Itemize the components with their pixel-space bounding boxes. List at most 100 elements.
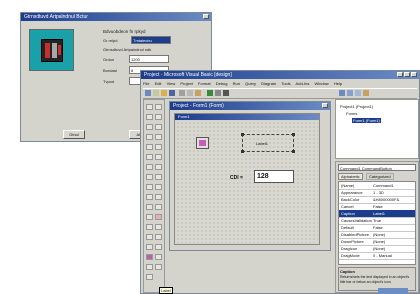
shape-tool-icon[interactable] bbox=[146, 184, 153, 190]
project-explorer: Project1 (Project1) Forms Form1 (Form1) bbox=[335, 99, 419, 159]
label-control[interactable]: Label1 bbox=[241, 133, 295, 153]
copy-icon[interactable] bbox=[187, 90, 193, 96]
label-tool-icon[interactable] bbox=[146, 114, 153, 120]
properties-tab-categorized[interactable]: Categorized bbox=[366, 173, 394, 180]
form-designer-title: Project - Form1 (Form) bbox=[170, 102, 330, 110]
designer-close-button[interactable] bbox=[322, 103, 328, 108]
explorer-item-selected[interactable]: Form1 (Form1) bbox=[352, 118, 381, 123]
picturebox-tool-icon[interactable] bbox=[155, 104, 162, 110]
data-tool-icon[interactable] bbox=[155, 194, 162, 200]
toolbox bbox=[143, 99, 165, 293]
dialog-heading: Bdvuobdeon fn rpkyd bbox=[103, 29, 146, 34]
menu-project[interactable]: Project bbox=[180, 81, 192, 86]
property-row[interactable]: DragMode 0 - Manual bbox=[339, 252, 415, 260]
text-label: CDI = bbox=[230, 175, 243, 181]
add-form-icon[interactable] bbox=[153, 90, 159, 96]
tabstrip-tool-icon[interactable] bbox=[146, 234, 153, 240]
menu-view[interactable]: View bbox=[167, 81, 176, 86]
listview-tool-icon[interactable] bbox=[146, 244, 153, 250]
field-input-1[interactable]: 1200 bbox=[129, 55, 169, 63]
properties-icon[interactable] bbox=[347, 90, 353, 96]
form-icon[interactable] bbox=[196, 137, 209, 149]
explorer-item[interactable]: Project1 (Project1) bbox=[340, 104, 373, 109]
break-icon[interactable] bbox=[215, 90, 221, 96]
resize-handle[interactable] bbox=[292, 150, 295, 153]
toolbox-tooltip: Label bbox=[159, 287, 173, 294]
menu-file[interactable]: File bbox=[143, 81, 149, 86]
menu-debug[interactable]: Debug bbox=[216, 81, 228, 86]
text-input[interactable]: 128 bbox=[254, 170, 294, 183]
statusbar-tool-icon[interactable] bbox=[155, 264, 162, 270]
ide-title: Project - Microsoft Visual Basic [design… bbox=[141, 71, 419, 79]
ide-minimize-button[interactable] bbox=[397, 72, 403, 77]
imagelist-tool-icon[interactable] bbox=[146, 274, 153, 280]
menu-run[interactable]: Run bbox=[233, 81, 240, 86]
field-label-2: Bordaal bbox=[103, 68, 117, 73]
menu-help[interactable]: Help bbox=[334, 81, 342, 86]
drive-list-tool-icon[interactable] bbox=[155, 164, 162, 170]
label-caption: Label1 bbox=[256, 141, 269, 146]
image-tool-icon[interactable] bbox=[146, 194, 153, 200]
pointer-tool-icon[interactable] bbox=[146, 104, 153, 110]
option-button-tool-icon[interactable] bbox=[155, 134, 162, 140]
red-control-icon[interactable] bbox=[155, 214, 162, 220]
toolbar-tool-icon[interactable] bbox=[155, 234, 162, 240]
selected-field[interactable]: Tmtalecbu bbox=[131, 36, 171, 44]
ole-tool-icon[interactable] bbox=[146, 204, 153, 210]
line-tool-icon[interactable] bbox=[155, 184, 162, 190]
calendar-tool-icon[interactable] bbox=[155, 224, 162, 230]
listbox-tool-icon[interactable] bbox=[155, 144, 162, 150]
project-explorer-icon[interactable] bbox=[339, 90, 345, 96]
form-grid: Label1 CDI = 128 bbox=[176, 121, 318, 243]
custom-tool-icon[interactable] bbox=[155, 204, 162, 210]
dir-list-tool-icon[interactable] bbox=[146, 174, 153, 180]
treeview-tool-icon[interactable] bbox=[155, 244, 162, 250]
preview-image bbox=[29, 29, 74, 71]
form-layout-icon[interactable] bbox=[355, 90, 361, 96]
combobox-tool-icon[interactable] bbox=[146, 144, 153, 150]
menu-query[interactable]: Query bbox=[245, 81, 256, 86]
run-icon[interactable] bbox=[207, 90, 213, 96]
menu-edit[interactable]: Edit bbox=[155, 81, 162, 86]
save-icon[interactable] bbox=[169, 90, 175, 96]
description-text: Returns/sets the text displayed in an ob… bbox=[340, 275, 410, 284]
resize-handle[interactable] bbox=[241, 133, 244, 136]
menu-format[interactable]: Format bbox=[198, 81, 211, 86]
toolbox-icon[interactable] bbox=[363, 90, 369, 96]
menu-diagram[interactable]: Diagram bbox=[261, 81, 276, 86]
open-icon[interactable] bbox=[161, 90, 167, 96]
cut-icon[interactable] bbox=[179, 90, 185, 96]
grid-tool-icon[interactable] bbox=[146, 214, 153, 220]
ide-maximize-button[interactable] bbox=[404, 72, 410, 77]
slider-tool-icon[interactable] bbox=[146, 264, 153, 270]
field-label-3: Tvpod bbox=[103, 79, 115, 84]
textbox-tool-icon[interactable] bbox=[155, 114, 162, 120]
stop-icon[interactable] bbox=[223, 90, 229, 96]
new-project-icon[interactable] bbox=[145, 90, 151, 96]
selected-control-icon[interactable] bbox=[146, 254, 153, 260]
description-title: Caption bbox=[340, 269, 355, 274]
menu-window[interactable]: Window bbox=[314, 81, 328, 86]
dialog-close-button[interactable] bbox=[203, 14, 209, 19]
vscroll-tool-icon[interactable] bbox=[155, 154, 162, 160]
checkbox-tool-icon[interactable] bbox=[146, 134, 153, 140]
menu-tools[interactable]: Tools bbox=[281, 81, 290, 86]
explorer-item[interactable]: Forms bbox=[346, 111, 357, 116]
command-button-tool-icon[interactable] bbox=[155, 124, 162, 130]
progress-tool-icon[interactable] bbox=[155, 254, 162, 260]
properties-object-select[interactable]: Command1 CommandButton bbox=[338, 164, 416, 171]
hscroll-tool-icon[interactable] bbox=[146, 154, 153, 160]
timer-tool-icon[interactable] bbox=[146, 164, 153, 170]
properties-tab-alphabetic[interactable]: Alphabetic bbox=[338, 173, 363, 180]
resize-handle[interactable] bbox=[292, 133, 295, 136]
field-label-1: Grdon bbox=[103, 57, 115, 62]
dialog-button-1[interactable]: Gtnul bbox=[63, 130, 85, 139]
menu-bar: File Edit View Project Format Debug Run … bbox=[143, 80, 417, 87]
file-list-tool-icon[interactable] bbox=[155, 174, 162, 180]
frame-tool-icon[interactable] bbox=[146, 124, 153, 130]
resize-handle[interactable] bbox=[241, 150, 244, 153]
ide-close-button[interactable] bbox=[411, 72, 417, 77]
chart-tool-icon[interactable] bbox=[146, 224, 153, 230]
paste-icon[interactable] bbox=[195, 90, 201, 96]
menu-addins[interactable]: Add-Ins bbox=[296, 81, 310, 86]
